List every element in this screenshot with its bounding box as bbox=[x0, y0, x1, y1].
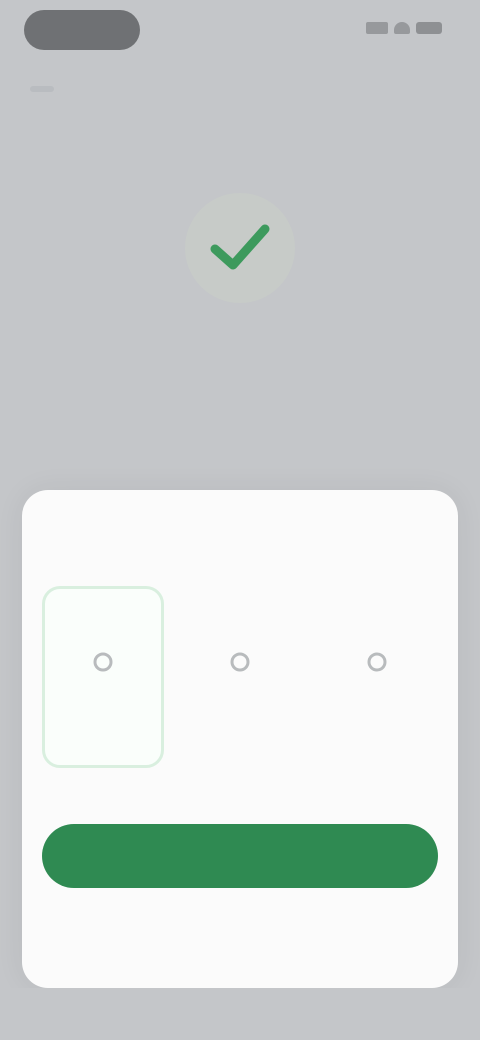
time-pill bbox=[24, 10, 140, 50]
status-icons bbox=[366, 22, 442, 34]
option-icon bbox=[364, 649, 390, 675]
checkmark-icon bbox=[210, 224, 270, 270]
success-badge bbox=[185, 193, 295, 303]
option-icon bbox=[90, 649, 116, 675]
header-decoration bbox=[30, 86, 54, 92]
bottom-bar bbox=[0, 988, 480, 1040]
wifi-icon bbox=[394, 22, 410, 34]
option-icon bbox=[227, 649, 253, 675]
option-card-2[interactable] bbox=[179, 586, 301, 768]
cellular-signal-icon bbox=[366, 22, 388, 34]
battery-icon bbox=[416, 22, 442, 34]
status-bar bbox=[0, 0, 480, 60]
bottom-sheet bbox=[22, 490, 458, 988]
option-list bbox=[42, 586, 438, 768]
primary-button[interactable] bbox=[42, 824, 438, 888]
option-card-1[interactable] bbox=[42, 586, 164, 768]
option-card-3[interactable] bbox=[316, 586, 438, 768]
